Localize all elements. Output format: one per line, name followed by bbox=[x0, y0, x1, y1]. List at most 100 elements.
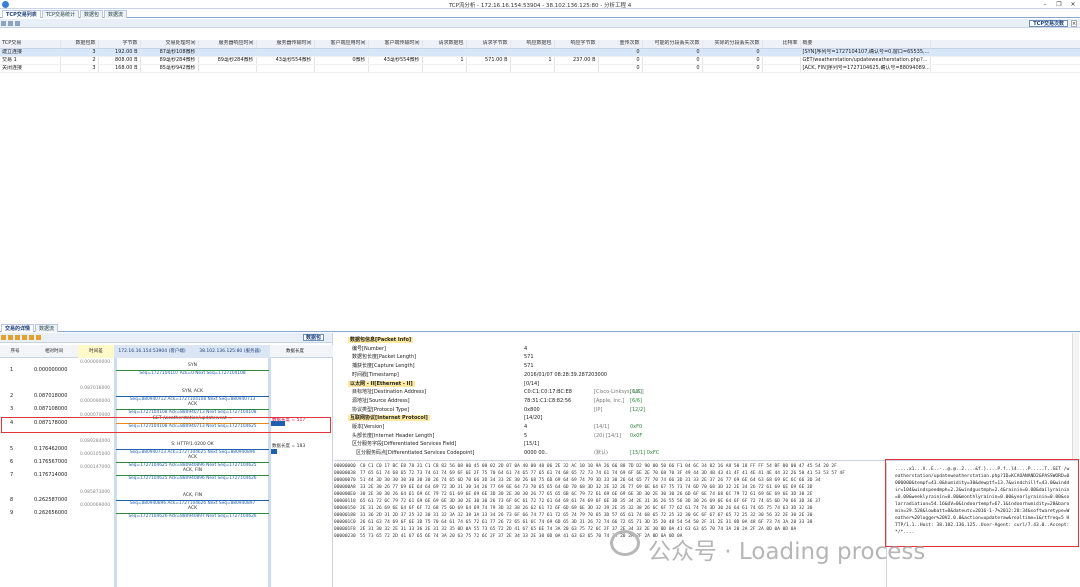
filter-icon[interactable] bbox=[15, 335, 20, 340]
tree-node[interactable]: 时间戳[Timestamp] 2016/01/07 08:28:39.287203… bbox=[352, 371, 1071, 379]
tree-label: 目标地址[Destination Address] bbox=[352, 389, 427, 396]
hex-row: 00000070 51 44 3D 30 30 30 30 30 30 26 74… bbox=[334, 477, 882, 484]
flow-header: 序号 相对时间 时间差 172.16.16.154:53904 (客户端) 38… bbox=[0, 344, 333, 358]
cell bbox=[198, 48, 257, 57]
cell: 89毫秒284微秒 bbox=[140, 56, 199, 65]
tree-node[interactable]: 捕获长度[Capture Length] 571 bbox=[352, 362, 1071, 370]
frame-seq: Seq=1727104626 Ack=880940897 Next Seq=17… bbox=[128, 514, 257, 519]
table-row[interactable]: 关闭连接 3 168.00 B 85毫秒942微秒 0 0 0 [ACK, FIN]序列号=1… bbox=[0, 64, 1080, 73]
frame-row[interactable]: 7 0.176714000 0.000147000 ACK, FIN Seq=17271… bbox=[0, 465, 333, 486]
tree-value: C0:C1:C0:17:BC:E8 bbox=[524, 389, 572, 396]
col-header[interactable]: 请求数据包 bbox=[422, 40, 467, 49]
col-header[interactable]: 响应字节数 bbox=[554, 40, 599, 49]
grid-icon[interactable] bbox=[1, 335, 6, 340]
frame-delta: 0.000147000 bbox=[80, 465, 111, 470]
col-header[interactable]: 比特率 bbox=[762, 40, 801, 49]
close-icon[interactable]: ✕ bbox=[1066, 0, 1080, 9]
table-row[interactable]: 交易 1 2 808.00 B 89毫秒284微秒 89毫秒284微秒 43毫秒554微秒… bbox=[0, 56, 1080, 65]
tree-label: 时间戳[Timestamp] bbox=[352, 371, 399, 378]
col-header[interactable]: 响应数据包 bbox=[510, 40, 555, 49]
col-header[interactable]: 概要 bbox=[800, 40, 931, 49]
watermark: 公众号 · Loading process bbox=[648, 539, 926, 565]
tab-tcp-stats[interactable]: TCP交易统计 bbox=[41, 10, 80, 18]
tree-node[interactable]: 数据包长度[Packet Length] 571 bbox=[352, 353, 1071, 361]
col-header[interactable]: 交易处理时间 bbox=[140, 40, 199, 49]
export-icon[interactable] bbox=[8, 21, 13, 26]
tree-extra: [14/1] bbox=[594, 424, 610, 430]
frame-number: 7 bbox=[10, 472, 14, 478]
tree-label: 捕获长度[Capture Length] bbox=[352, 363, 415, 370]
tree-range: [12/2] bbox=[630, 406, 646, 413]
col-header[interactable]: 客户端应用时间 bbox=[314, 40, 369, 49]
tab-packets[interactable]: 数据包 bbox=[80, 10, 104, 18]
hex-view: 00000000 C0 C1 C0 17 BC E8 78 31 C1 C8 82… bbox=[334, 463, 882, 587]
scrollbar[interactable] bbox=[1072, 333, 1079, 460]
col-seq: 序号 bbox=[10, 349, 20, 354]
frame-row[interactable]: 9 0.262656000 0.000069000 ACK Seq=1727104626… bbox=[0, 503, 333, 524]
search-icon[interactable] bbox=[36, 335, 41, 340]
col-header[interactable]: 可能的分段丢失次数 bbox=[642, 40, 703, 49]
cell: 0 bbox=[642, 56, 703, 65]
col-header[interactable]: 重传次数 bbox=[598, 40, 643, 49]
tree-node[interactable]: 区分服务字段[Differentiated Services Field] [15… bbox=[352, 440, 1071, 448]
frame-row[interactable]: 1 0.000000000 0.000000000 SYN Seq=1727104107… bbox=[0, 360, 333, 381]
panel-close-button[interactable]: × bbox=[1071, 20, 1077, 27]
col-header[interactable]: 实际的分段丢失次数 bbox=[702, 40, 763, 49]
tree-node[interactable]: 头部长度[Internet Header Length] 5 (20) [14/1]… bbox=[352, 432, 1071, 440]
minimize-icon[interactable]: – bbox=[1038, 0, 1052, 9]
length-bar bbox=[271, 449, 277, 454]
tree-node[interactable]: 编号[Number] 4 bbox=[352, 345, 1071, 353]
save-icon[interactable] bbox=[22, 335, 27, 340]
tree-node[interactable]: 版本[Version] 4 [14/1] 0xF0 bbox=[352, 423, 1071, 431]
maximize-icon[interactable]: ❐ bbox=[1052, 0, 1066, 9]
tree-node[interactable]: 区分服务码点[Differentiated Services Codepoint… bbox=[356, 449, 1071, 457]
tree-extra: (20) [14/1] bbox=[594, 432, 621, 439]
tree-value: [0/14] bbox=[524, 380, 540, 387]
tree-node[interactable]: 以太网 - II[Ethernet - II] [0/14] bbox=[348, 380, 1071, 388]
tree-node[interactable]: 协议类型[Protocol Type] 0x800 [IP] [12/2] bbox=[352, 406, 1071, 414]
hex-row: 000000E0 30 2E 30 30 26 64 61 69 6C 79 72… bbox=[334, 491, 882, 498]
cell-filler bbox=[930, 56, 1080, 65]
tree-value: 2016/01/07 08:28:39.287203000 bbox=[524, 371, 608, 378]
frame-time: 0.087108000 bbox=[34, 406, 68, 412]
tree-node[interactable]: 数据包信息[Packet Info] bbox=[348, 336, 1071, 344]
cell: 0 bbox=[702, 64, 763, 73]
table-row[interactable]: 建立连接 3 192.00 B 87毫秒108微秒 0 0 0 [SYN]序列号=172710… bbox=[0, 48, 1080, 57]
col-delta: 时间差 bbox=[78, 344, 114, 358]
tab-tcp-list[interactable]: TCP交易列表 bbox=[2, 10, 41, 18]
copy-icon[interactable] bbox=[1, 21, 6, 26]
frame-label: SYN bbox=[188, 363, 197, 368]
col-header[interactable]: 数据包数 bbox=[60, 40, 99, 49]
cell bbox=[422, 48, 467, 57]
frame-time: 0.176567000 bbox=[34, 459, 68, 465]
tab-data-stream[interactable]: 数据流 bbox=[35, 324, 59, 332]
tree-value: 0x800 bbox=[524, 406, 540, 413]
hex-row: 000000A8 33 2E 30 26 77 69 6E 64 64 69 72… bbox=[334, 484, 882, 491]
list-icon[interactable] bbox=[8, 335, 13, 340]
tools-icon[interactable] bbox=[29, 335, 34, 340]
frame-seq: Seq=1727104107 Ack=0 Next Seq=1727104108 bbox=[139, 371, 246, 376]
col-header[interactable]: TCP交易 bbox=[0, 40, 61, 49]
cell: 交易 1 bbox=[0, 56, 61, 65]
tab-stream[interactable]: 数据流 bbox=[104, 10, 128, 18]
tree-node[interactable]: 源地址[Source Address] 78:31:C1:C8:82:56 [App… bbox=[352, 397, 1071, 405]
col-header[interactable]: 服务器响应时间 bbox=[198, 40, 257, 49]
tree-node[interactable]: 目标地址[Destination Address] C0:C1:C0:17:BC:… bbox=[352, 388, 1071, 396]
cell: 0 bbox=[702, 48, 763, 57]
col-header[interactable]: 请求字节数 bbox=[466, 40, 511, 49]
packets-button[interactable]: 数据包 bbox=[302, 334, 324, 341]
tcp-transactions-button[interactable]: TCP交易次数 bbox=[1029, 20, 1068, 27]
cell bbox=[554, 48, 599, 57]
col-header[interactable]: 客户端传输时间 bbox=[368, 40, 423, 49]
flow-diagram-panel: 数据包 序号 相对时间 时间差 172.16.16.154:53904 (客户端… bbox=[0, 333, 333, 587]
tree-node[interactable]: 互联网协议[Internet Protocol] [14/20] bbox=[348, 414, 1071, 422]
refresh-icon[interactable] bbox=[15, 21, 20, 26]
col-header[interactable]: 字节数 bbox=[98, 40, 141, 49]
col-header[interactable]: 服务器传输时间 bbox=[256, 40, 315, 49]
frame-delta: 0.087018000 bbox=[80, 386, 111, 391]
tab-transaction-detail[interactable]: 交易的详情 bbox=[1, 324, 35, 332]
cell bbox=[466, 48, 511, 57]
hex-offset: 00000150 bbox=[334, 506, 356, 511]
frame-number: 5 bbox=[10, 446, 14, 452]
tcp-transaction-table: TCP交易 数据包数 字节数 交易处理时间 服务器响应时间 服务器传输时间 客户… bbox=[0, 40, 1080, 73]
